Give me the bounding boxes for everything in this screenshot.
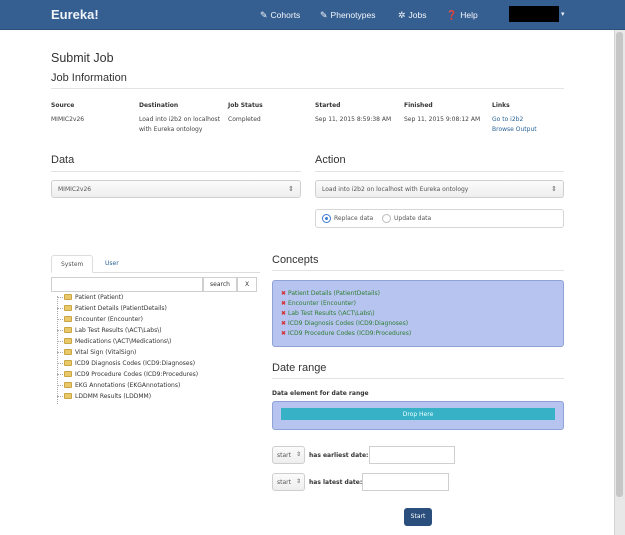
concept-search-input[interactable] [51, 277, 203, 292]
destination-value: Load into i2b2 on localhost with Eureka … [139, 116, 221, 133]
page-title: Submit Job [51, 51, 114, 65]
latest-date-side-select[interactable]: start ⇕ [272, 473, 305, 491]
folder-icon [64, 315, 72, 322]
action-heading: Action [315, 154, 346, 166]
folder-icon [64, 381, 72, 388]
earliest-date-side-select[interactable]: start ⇕ [272, 446, 305, 464]
destination-label: Destination [139, 102, 179, 109]
folder-icon [64, 359, 72, 366]
tree-item[interactable]: ICD9 Procedure Codes (ICD9:Procedures) [57, 370, 198, 381]
replace-data-radio[interactable] [322, 214, 331, 223]
started-label: Started [315, 102, 341, 109]
folder-icon [64, 392, 72, 399]
concept-item: ✖ ICD9 Procedure Codes (ICD9:Procedures) [281, 330, 412, 337]
date-range-heading: Date range [272, 362, 327, 374]
earliest-date-input[interactable] [369, 446, 455, 464]
drop-here-target[interactable]: Drop Here [281, 408, 555, 420]
pencil-icon: ✎ [260, 10, 268, 20]
remove-icon[interactable]: ✖ [281, 320, 286, 327]
nav-phenotypes[interactable]: ✎ Phenotypes [320, 10, 375, 21]
start-button[interactable]: Start [404, 508, 432, 526]
latest-date-label: has latest date: [309, 479, 363, 486]
remove-icon[interactable]: ✖ [281, 310, 286, 317]
tree-item[interactable]: Patient Details (PatientDetails) [57, 304, 167, 315]
tree-item[interactable]: Vital Sign (VitalSign) [57, 348, 136, 359]
divider [272, 378, 564, 379]
select-arrows-icon: ⇕ [295, 451, 301, 458]
user-menu[interactable] [509, 6, 559, 22]
latest-date-input[interactable] [362, 473, 449, 491]
tree-item[interactable]: Encounter (Encounter) [57, 315, 143, 326]
remove-icon[interactable]: ✖ [281, 330, 286, 337]
divider [51, 171, 301, 172]
concepts-heading: Concepts [272, 254, 319, 266]
divider [315, 171, 564, 172]
tree-item[interactable]: Lab Test Results (\ACT\Labs\) [57, 326, 162, 337]
select-arrows-icon: ⇕ [551, 185, 557, 193]
nav-jobs[interactable]: ✲ Jobs [398, 10, 427, 21]
tree-item[interactable]: Medications (\ACT\Medications\) [57, 337, 171, 348]
search-button[interactable]: search [203, 277, 237, 292]
clear-search-button[interactable]: X [237, 277, 257, 292]
chevron-down-icon[interactable]: ▾ [561, 10, 565, 18]
concept-item: ✖ Patient Details (PatientDetails) [281, 290, 380, 297]
links-label: Links [492, 102, 510, 109]
remove-icon[interactable]: ✖ [281, 290, 286, 297]
tab-user[interactable]: User [96, 255, 128, 273]
divider [51, 88, 564, 89]
concept-item: ✖ ICD9 Diagnosis Codes (ICD9:Diagnoses) [281, 320, 409, 327]
tree-item[interactable]: ICD9 Diagnosis Codes (ICD9:Diagnoses) [57, 359, 195, 370]
folder-icon [64, 348, 72, 355]
update-data-radio[interactable] [382, 214, 391, 223]
top-navbar: Eureka! ✎ Cohorts ✎ Phenotypes ✲ Jobs ❓ Help… [0, 0, 625, 30]
select-arrows-icon: ⇕ [295, 478, 301, 485]
folder-icon [64, 326, 72, 333]
nav-help[interactable]: ❓ Help [446, 10, 478, 21]
gear-icon: ✲ [398, 10, 406, 20]
started-value: Sep 11, 2015 8:59:38 AM [315, 116, 392, 123]
concept-item: ✖ Lab Test Results (\ACT\Labs\) [281, 310, 375, 317]
folder-icon [64, 370, 72, 377]
folder-icon [64, 337, 72, 344]
finished-label: Finished [404, 102, 433, 109]
pencil-icon: ✎ [320, 10, 328, 20]
tab-system[interactable]: System [51, 255, 94, 273]
status-value: Completed [228, 116, 261, 123]
scrollbar-thumb[interactable] [616, 32, 623, 497]
browse-output-link[interactable]: Browse Output [492, 125, 537, 135]
tree-item[interactable]: EKG Annotations (EKGAnnotations) [57, 381, 180, 392]
status-label: Job Status [228, 102, 263, 109]
date-element-label: Data element for date range [272, 390, 369, 397]
source-label: Source [51, 102, 75, 109]
question-circle-icon: ❓ [446, 10, 458, 20]
brand-logo[interactable]: Eureka! [51, 7, 99, 22]
data-heading: Data [51, 154, 75, 166]
data-source-select[interactable]: MIMIC2v26 ⇕ [51, 180, 301, 198]
update-data-label: Update data [394, 215, 432, 222]
finished-value: Sep 11, 2015 9:08:12 AM [404, 116, 481, 123]
select-arrows-icon: ⇕ [288, 185, 294, 193]
nav-cohorts[interactable]: ✎ Cohorts [260, 10, 300, 21]
action-select[interactable]: Load into i2b2 on localhost with Eureka … [315, 180, 564, 198]
source-value: MIMIC2v26 [51, 116, 85, 123]
tree-item[interactable]: Patient (Patient) [57, 293, 123, 304]
go-to-i2b2-link[interactable]: Go to i2b2 [492, 115, 523, 125]
earliest-date-label: has earliest date: [309, 452, 369, 459]
job-info-heading: Job Information [51, 72, 127, 84]
divider [272, 270, 564, 271]
concept-item: ✖ Encounter (Encounter) [281, 300, 356, 307]
folder-icon [64, 293, 72, 300]
replace-data-label: Replace data [334, 215, 374, 222]
folder-icon [64, 304, 72, 311]
tree-item[interactable]: LDDMM Results (LDDMM) [57, 392, 151, 403]
remove-icon[interactable]: ✖ [281, 300, 286, 307]
